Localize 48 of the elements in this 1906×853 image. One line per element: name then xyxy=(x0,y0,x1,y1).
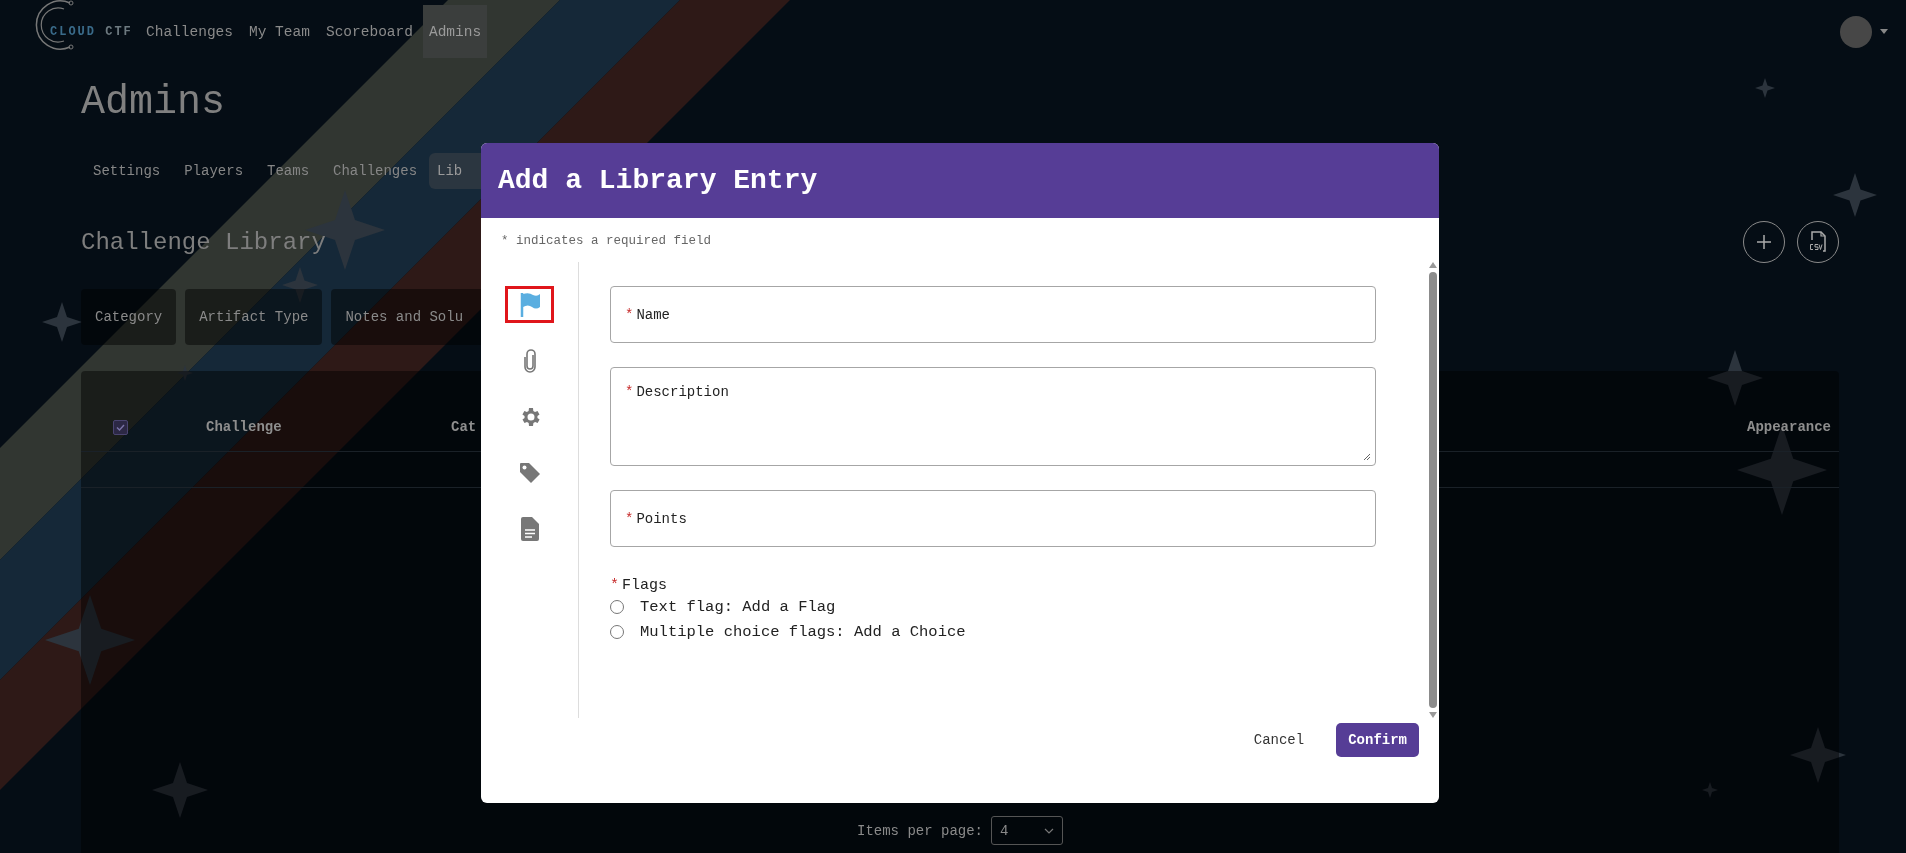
document-icon xyxy=(520,516,539,541)
nav-link[interactable]: Scoreboard xyxy=(319,5,419,58)
admin-tab[interactable]: Settings xyxy=(81,153,173,189)
paperclip-icon xyxy=(523,348,536,373)
sparkle-icon xyxy=(1707,350,1763,406)
plus-icon xyxy=(1757,235,1771,249)
nav-link[interactable]: My Team xyxy=(243,5,316,58)
logo-text: CLOUD CTF xyxy=(50,24,133,39)
page-title: Admins xyxy=(81,83,226,123)
scrollbar[interactable] xyxy=(1427,262,1439,718)
required-note: * indicates a required field xyxy=(501,234,713,248)
sparkle-icon xyxy=(1833,173,1877,217)
confirm-button[interactable]: Confirm xyxy=(1336,723,1419,757)
nav-link[interactable]: Admins xyxy=(422,5,488,58)
filter-button[interactable]: Category xyxy=(81,289,177,345)
radio-option[interactable]: Text flag: Add a Flag xyxy=(610,598,1427,616)
admin-tab[interactable]: Challenges xyxy=(321,153,430,189)
csv-file-icon xyxy=(1808,230,1828,254)
radio-option[interactable]: Multiple choice flags: Add a Choice xyxy=(610,623,1427,641)
resize-grip-icon[interactable] xyxy=(1363,453,1371,461)
sparkle-icon xyxy=(177,365,193,381)
sparkle-icon xyxy=(45,595,135,685)
filter-button[interactable]: Artifact Type xyxy=(185,289,323,345)
caret-icon[interactable] xyxy=(1880,29,1888,34)
field-label: * Flags xyxy=(610,577,669,594)
items-per-page-label: Items per page: xyxy=(857,822,983,839)
column-header: Cat xyxy=(451,419,477,435)
input-field[interactable]: * Name xyxy=(610,286,1376,343)
column-header: Appearance xyxy=(1747,419,1831,435)
admin-tab[interactable]: Players xyxy=(172,153,256,189)
cancel-button[interactable]: Cancel xyxy=(1241,724,1317,756)
flag-icon xyxy=(518,291,541,318)
section-button[interactable] xyxy=(505,286,554,323)
text-area[interactable]: * Description xyxy=(610,367,1376,466)
section-title: Challenge Library xyxy=(81,228,326,256)
sparkle-icon xyxy=(1790,727,1846,783)
chevron-icon xyxy=(1044,827,1054,834)
input-field[interactable]: * Points xyxy=(610,490,1376,547)
check-icon xyxy=(116,423,125,431)
sparkle-icon xyxy=(42,302,82,342)
page-size-select[interactable]: 4 xyxy=(991,816,1063,845)
sparkle-icon xyxy=(1755,78,1775,98)
tag-icon xyxy=(518,461,541,484)
column-header: Challenge xyxy=(206,419,283,435)
nav-link[interactable]: Challenges xyxy=(140,5,239,58)
admin-tab[interactable]: Teams xyxy=(255,153,322,189)
scroll-down-icon[interactable] xyxy=(1429,712,1437,718)
scroll-up-icon[interactable] xyxy=(1429,262,1437,268)
